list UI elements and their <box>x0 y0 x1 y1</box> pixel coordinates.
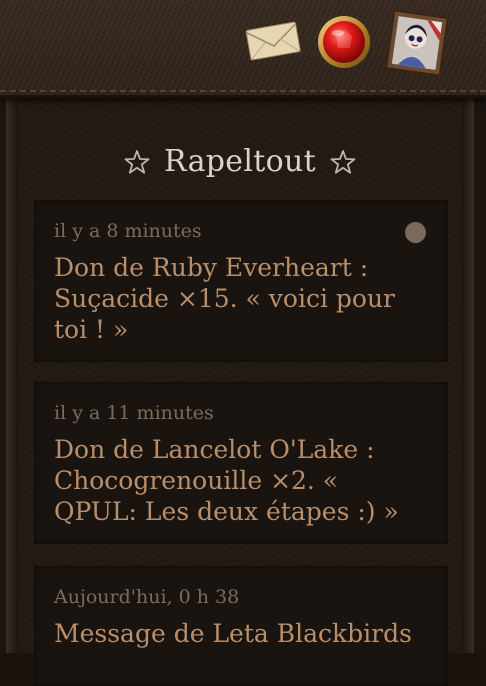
notification-time: il y a 8 minutes <box>54 220 202 242</box>
unread-indicator-icon <box>405 222 426 243</box>
profile-portrait-icon[interactable] <box>384 8 450 78</box>
notification-message: Message de Leta Blackbirds <box>54 619 412 648</box>
frame-rail-right <box>462 96 474 653</box>
star-icon <box>124 149 150 174</box>
notification-message: Don de Lancelot O'Lake : Chocogrenouille… <box>54 435 399 526</box>
page-title: Rapeltout <box>164 144 316 179</box>
main-frame: Rapeltout il y a 8 minutes Don de Ruby E… <box>0 96 486 686</box>
notification-card[interactable]: il y a 8 minutes Don de Ruby Everheart :… <box>34 200 448 362</box>
notification-card[interactable]: il y a 11 minutes Don de Lancelot O'Lake… <box>34 382 448 544</box>
notification-time: il y a 11 minutes <box>54 402 214 424</box>
page-header: Rapeltout <box>18 144 462 188</box>
mail-envelope-icon[interactable] <box>244 18 302 62</box>
stitch-divider <box>0 90 486 92</box>
notification-message: Don de Ruby Everheart : Suçacide ×15. « … <box>54 253 395 344</box>
top-bar <box>0 0 486 98</box>
star-icon <box>330 149 356 174</box>
ruby-gem-icon[interactable] <box>316 14 372 70</box>
notification-time: Aujourd'hui, 0 h 38 <box>54 586 240 608</box>
notification-card[interactable]: Aujourd'hui, 0 h 38 Message de Leta Blac… <box>34 566 448 686</box>
frame-rail-left <box>6 96 18 653</box>
notifications-panel: Rapeltout il y a 8 minutes Don de Ruby E… <box>18 96 462 686</box>
